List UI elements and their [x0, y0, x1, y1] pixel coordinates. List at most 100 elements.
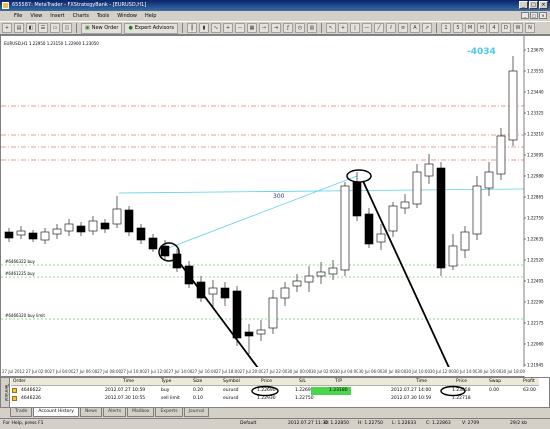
header-tp[interactable]: T/P [335, 378, 342, 386]
period-h1-icon[interactable]: H [476, 23, 487, 33]
time-tick-label: 27 Jul 22:00 [263, 369, 288, 374]
market-watch-icon[interactable]: ◧ [26, 23, 36, 33]
line-label-buy: #6466322 buy [5, 259, 36, 264]
menu-charts[interactable]: Charts [73, 11, 89, 21]
period-w1-icon[interactable]: W [512, 23, 523, 33]
menu-tools[interactable]: Tools [97, 11, 109, 21]
autoscroll-icon[interactable]: → [258, 23, 269, 33]
menu-insert[interactable]: Insert [50, 11, 64, 21]
price-tick-label: 1.22635 [527, 237, 544, 242]
expert-advisors-button[interactable]: ● Expert Advisors [124, 22, 178, 34]
bullish-candle [388, 205, 398, 232]
time-tick-label: 27 Jul 04:00 [49, 369, 74, 374]
bullish-candle [460, 231, 470, 251]
table-row[interactable]: 4646622 2012.07.27 10:59 buy 0.20 eurusd… [11, 387, 539, 395]
tab-account-history[interactable]: Account History [33, 408, 79, 417]
bearish-candle [100, 222, 110, 230]
time-tick-label: 30 Jul 06:00 [358, 369, 383, 374]
bearish-candle [4, 231, 14, 239]
horizontal-line-icon[interactable]: — [361, 23, 372, 33]
crosshair-icon[interactable]: + [337, 23, 348, 33]
menu-window[interactable]: Window [117, 11, 137, 21]
cursor-icon[interactable]: ↖ [325, 23, 336, 33]
header-symbol[interactable]: Symbol [223, 378, 240, 386]
menu-help[interactable]: Help [145, 11, 156, 21]
time-tick-label: 27 Jul 18:00 [215, 369, 240, 374]
mdi-minimize-button[interactable]: _ [521, 12, 529, 19]
header-size[interactable]: Size [193, 378, 202, 386]
period-d1-icon[interactable]: D [500, 23, 511, 33]
navigator-icon[interactable]: ☰ [38, 23, 48, 33]
bullish-candle [400, 201, 410, 209]
header-profit[interactable]: Profit [523, 378, 535, 386]
tab-trade[interactable]: Trade [10, 408, 33, 417]
period-m15-icon[interactable]: M [464, 23, 475, 33]
mdi-close-button[interactable]: × [539, 12, 547, 19]
new-chart-icon[interactable]: + [2, 23, 12, 33]
candle-chart-icon[interactable]: ▮ [198, 23, 209, 33]
maximize-button[interactable]: □ [529, 1, 538, 9]
close-button[interactable]: × [539, 1, 548, 9]
time-tick-label: 27 Jul 10:00 [120, 369, 145, 374]
header-close-time[interactable]: Time [416, 378, 427, 386]
fibo-tool-icon[interactable]: ≡ [397, 23, 408, 33]
header-type[interactable]: Type [161, 378, 171, 386]
bullish-candle [412, 171, 422, 205]
header-price[interactable]: Price [261, 378, 272, 386]
terminal-icon[interactable]: ▭ [50, 23, 60, 33]
tab-journal[interactable]: Journal [183, 408, 210, 417]
vertical-line-icon[interactable]: | [349, 23, 360, 33]
trade-trendline[interactable] [165, 175, 358, 250]
bullish-candle [424, 163, 434, 177]
bearish-candle [124, 209, 134, 233]
period-m1-icon[interactable]: 1 [440, 23, 451, 33]
tab-experts[interactable]: Experts [155, 408, 183, 417]
header-sl[interactable]: S/L [299, 378, 306, 386]
menu-file[interactable]: File [14, 11, 22, 21]
mdi-restore-button[interactable]: □ [530, 12, 538, 19]
channel-tool-icon[interactable]: ⫽ [385, 23, 396, 33]
bullish-candle [448, 245, 458, 267]
table-row[interactable]: 4646226 2012.07.30 10:55 sell limit 0.10… [11, 395, 539, 403]
tab-alerts[interactable]: Alerts [103, 408, 127, 417]
new-order-button[interactable]: ▣ New Order [81, 22, 123, 34]
header-order[interactable]: Order [13, 378, 26, 386]
cell-order: 4646226 [21, 396, 42, 401]
chart-shift-icon[interactable]: ⇥ [270, 23, 281, 33]
tab-mailbox[interactable]: Mailbox [127, 408, 155, 417]
bearish-candle [364, 213, 374, 245]
price-tick-label: 1.22405 [527, 279, 544, 284]
header-time[interactable]: Time [123, 378, 134, 386]
period-mn-icon[interactable]: N [524, 23, 535, 33]
bearish-candle [244, 331, 254, 337]
periods-icon[interactable]: ◷ [294, 23, 305, 33]
price-tick-label: 1.22175 [527, 321, 544, 326]
tester-icon[interactable]: ◫ [62, 23, 72, 33]
period-h4-icon[interactable]: 4 [488, 23, 499, 33]
zoom-out-icon[interactable]: − [234, 23, 245, 33]
period-m5-icon[interactable]: 5 [452, 23, 463, 33]
line-chart-icon[interactable]: ∿ [210, 23, 221, 33]
text-tool-icon[interactable]: A [409, 23, 420, 33]
header-swap[interactable]: Swap [489, 378, 501, 386]
bullish-candle [316, 271, 326, 277]
chart-area[interactable]: EURUSD,H1 1.22950 1.23150 1.22900 1.2305… [0, 35, 550, 378]
tile-windows-icon[interactable]: ▦ [246, 23, 257, 33]
time-tick-label: 27 Jul 16:00 [192, 369, 216, 374]
profiles-icon[interactable]: ▤ [14, 23, 24, 33]
zoom-in-icon[interactable]: + [222, 23, 233, 33]
templates-icon[interactable]: ▥ [306, 23, 317, 33]
menu-view[interactable]: View [30, 11, 42, 21]
indicators-icon[interactable]: ƒ [282, 23, 293, 33]
minimize-button[interactable]: _ [519, 1, 528, 9]
terminal-side-label: Terminal [1, 378, 10, 407]
candlestick-chart[interactable]: EURUSD,H1 1.22950 1.23150 1.22900 1.2305… [1, 36, 550, 378]
tab-news[interactable]: News [79, 408, 103, 417]
header-close-price[interactable]: Price [456, 378, 467, 386]
price-tick-label: 1.22980 [527, 174, 544, 179]
arrow-tool-icon[interactable]: ⇗ [421, 23, 432, 33]
time-tick-label: 30 Jul 08:00 [382, 369, 407, 374]
bar-chart-icon[interactable]: ┃ [186, 23, 197, 33]
line-tool-icon[interactable]: ╱ [373, 23, 384, 33]
bullish-candle [52, 228, 62, 235]
